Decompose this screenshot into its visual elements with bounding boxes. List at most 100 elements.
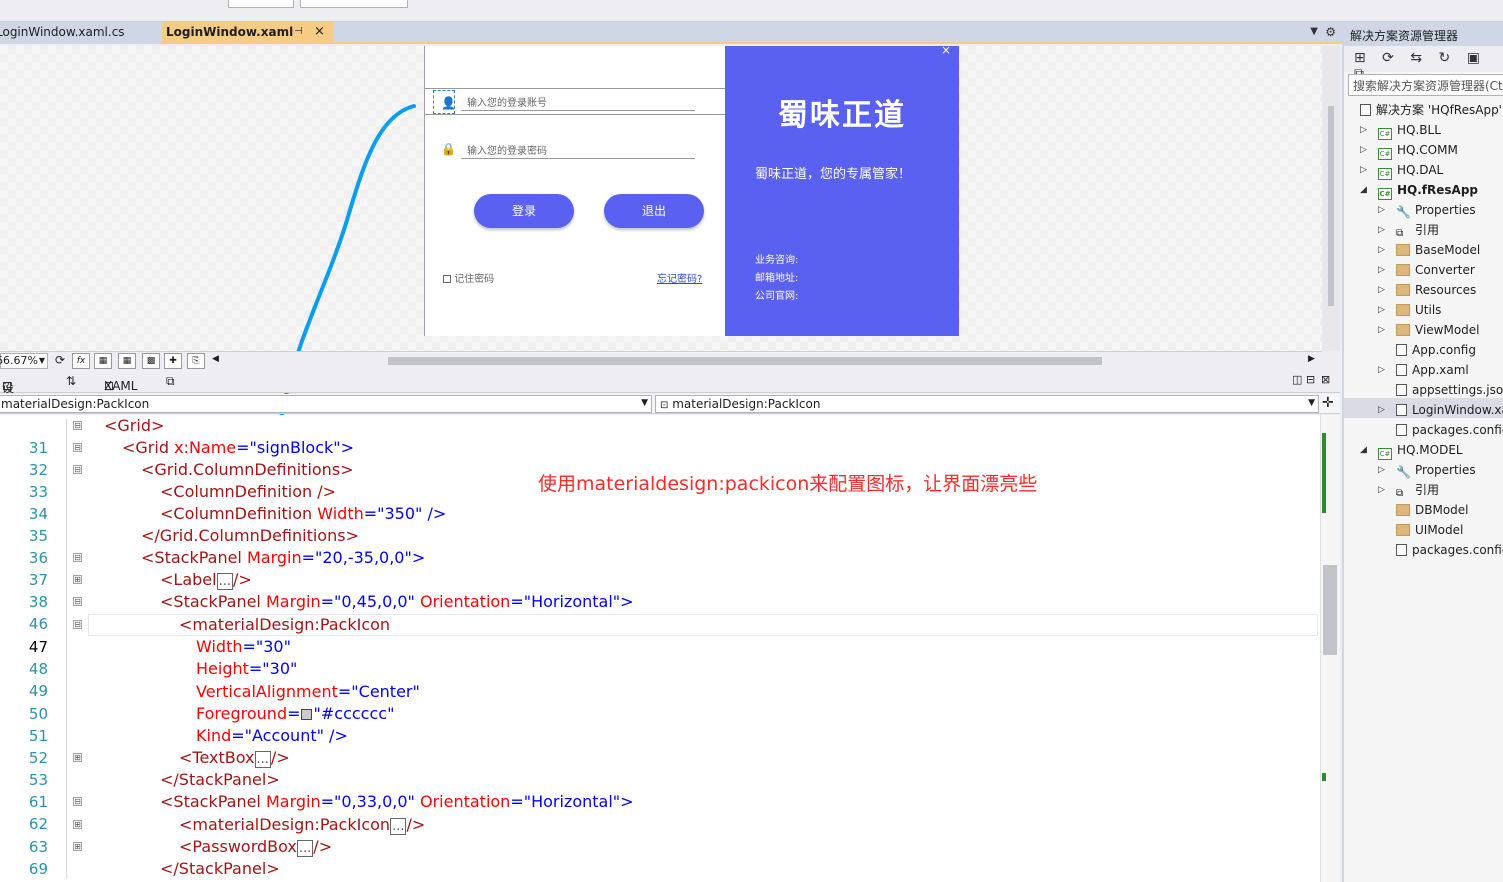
folder-icon bbox=[1396, 324, 1410, 336]
snap-grid-icon[interactable]: ▦ bbox=[118, 353, 136, 369]
split-vertical-icon[interactable]: ◫ bbox=[1292, 373, 1302, 386]
tree-item-file[interactable]: packages.config bbox=[1396, 420, 1503, 440]
code-line: 63 ⊞ <materialDesign:PackIcon.../> bbox=[28, 815, 426, 856]
design-xaml-view-tabs: ⊡ 设计 ⇅ ⊡ XAML ⧉ ◫ ⊟ ⊠ bbox=[0, 369, 1340, 412]
project-icon: C# bbox=[1378, 148, 1392, 160]
code-line: 50 VerticalAlignment="Center" bbox=[28, 682, 420, 723]
code-line: 31 ⊟ <Grid> bbox=[28, 416, 165, 457]
fold-icon[interactable]: ⊞ bbox=[73, 842, 82, 851]
tree-item-file[interactable]: packages.config bbox=[1396, 540, 1503, 560]
folder-icon bbox=[1396, 244, 1410, 256]
references-icon: ⧉ bbox=[1396, 228, 1404, 239]
xaml-file-icon bbox=[1396, 404, 1407, 416]
solution-explorer-toolbar[interactable]: ⊞ ⟳ ⇆ ↻ ▣ ⧉ bbox=[1344, 46, 1503, 82]
fold-icon[interactable]: ⊟ bbox=[73, 465, 82, 474]
split-horizontal-icon[interactable]: ⊟ bbox=[1306, 373, 1315, 386]
chevron-right-icon: ▷ bbox=[1378, 305, 1385, 315]
fold-icon[interactable]: ⊞ bbox=[73, 820, 82, 829]
project-icon: C# bbox=[1378, 188, 1392, 200]
editor-scroll-thumb[interactable] bbox=[1323, 565, 1337, 655]
tree-item-folder[interactable]: DBModel bbox=[1396, 500, 1469, 520]
swap-panes-icon[interactable]: ⇅ bbox=[66, 374, 76, 388]
fold-icon[interactable]: ⊞ bbox=[73, 575, 82, 584]
chevron-right-icon: ▷ bbox=[1378, 365, 1385, 375]
chevron-down-icon: ◢ bbox=[1360, 445, 1367, 455]
tree-item-folder[interactable]: UIModel bbox=[1396, 520, 1463, 540]
chevron-right-icon: ▷ bbox=[1378, 465, 1385, 475]
folder-icon bbox=[1396, 504, 1410, 516]
folder-icon bbox=[1396, 304, 1410, 316]
chevron-right-icon: ▷ bbox=[1378, 245, 1385, 255]
config-file-icon bbox=[1396, 344, 1407, 356]
collapsed-block[interactable]: ... bbox=[216, 573, 233, 590]
chevron-right-icon: ▷ bbox=[1378, 485, 1385, 495]
fold-icon[interactable]: ⊟ bbox=[73, 620, 82, 629]
collapsed-block[interactable]: ... bbox=[296, 840, 314, 857]
tree-item-properties[interactable]: ▷ 🔧 Properties bbox=[1378, 460, 1476, 480]
element-scope-dropdown[interactable]: materialDesign:PackIcon ▼ bbox=[0, 395, 652, 413]
tree-item-folder[interactable]: ▷ ViewModel bbox=[1378, 320, 1480, 340]
chevron-down-icon: ▼ bbox=[38, 356, 45, 365]
references-icon: ⧉ bbox=[1396, 488, 1404, 499]
fold-icon[interactable]: ⊟ bbox=[73, 797, 82, 806]
tree-item-folder[interactable]: ▷ Utils bbox=[1378, 300, 1441, 320]
project-icon: C# bbox=[1378, 128, 1392, 140]
popout-icon[interactable]: ⧉ bbox=[166, 374, 175, 389]
scroll-right-icon[interactable]: ▶ bbox=[1308, 354, 1315, 364]
code-line: 36 </Grid.ColumnDefinitions> bbox=[28, 526, 359, 567]
json-file-icon bbox=[1396, 384, 1407, 396]
fold-icon[interactable]: ⊟ bbox=[73, 443, 82, 452]
tree-item-references[interactable]: ▷ ⧉ 引用 bbox=[1378, 480, 1439, 500]
code-line: 49 Height="30" bbox=[28, 659, 298, 700]
tree-item-file-selected[interactable]: ▷LoginWindow.xaml bbox=[1378, 400, 1503, 420]
tree-item-project[interactable]: ▷ C# HQ.BLL bbox=[1360, 120, 1441, 140]
collapsed-block[interactable]: ... bbox=[254, 751, 271, 768]
collapsed-block[interactable]: ... bbox=[390, 818, 407, 835]
tree-item-references[interactable]: ▷ ⧉ 引用 bbox=[1378, 220, 1439, 240]
code-line-current: 47 ⊟ <materialDesign:PackIcon bbox=[28, 615, 391, 656]
project-code-icon[interactable]: ⎘ bbox=[187, 353, 205, 369]
xaml-code-editor[interactable]: 31 ⊟ <Grid> 32 ⊟ <Grid x:Name="signBlock">… bbox=[0, 415, 1320, 882]
tree-item-solution[interactable]: 解决方案 'HQfResApp' bbox=[1360, 100, 1502, 120]
refresh-icon[interactable]: ⟳ bbox=[55, 353, 65, 367]
tree-item-file[interactable]: App.config bbox=[1396, 340, 1476, 360]
scroll-left-icon[interactable]: ◀ bbox=[212, 354, 219, 364]
code-line: 61 </StackPanel> bbox=[28, 770, 280, 811]
color-swatch-icon[interactable] bbox=[300, 709, 312, 720]
element-member-dropdown[interactable]: ⊡ materialDesign:PackIcon ▼ bbox=[655, 395, 1319, 413]
folder-icon bbox=[1396, 264, 1410, 276]
effects-toggle-icon[interactable]: fx bbox=[72, 353, 90, 369]
artboard-icon[interactable]: ▩ bbox=[142, 353, 160, 369]
wrench-icon: 🔧 bbox=[1396, 465, 1411, 479]
fold-icon[interactable]: ⊟ bbox=[73, 597, 82, 606]
change-marker bbox=[1322, 433, 1326, 513]
tree-item-properties[interactable]: ▷ 🔧 Properties bbox=[1378, 200, 1476, 220]
code-line: 32 ⊟ <Grid x:Name="signBlock"> bbox=[28, 438, 355, 479]
code-navigation-bar: materialDesign:PackIcon ▼ ⊡ materialDesig… bbox=[0, 394, 1340, 414]
fold-icon[interactable]: ⊟ bbox=[73, 553, 82, 562]
chevron-right-icon: ▷ bbox=[1378, 205, 1385, 215]
editor-vertical-scrollbar[interactable] bbox=[1320, 415, 1340, 882]
tree-item-folder[interactable]: ▷ Resources bbox=[1378, 280, 1476, 300]
tree-item-startup-project[interactable]: ◢ C# HQ.fResApp bbox=[1360, 180, 1478, 200]
tree-item-file[interactable]: appsettings.json bbox=[1396, 380, 1503, 400]
split-editor-icon[interactable]: ✛ bbox=[1322, 395, 1334, 411]
snap-lines-icon[interactable]: ✚ bbox=[164, 353, 182, 369]
zoom-dropdown[interactable]: 66.67% ▼ bbox=[0, 353, 48, 369]
tree-item-file[interactable]: ▷ App.xaml bbox=[1378, 360, 1469, 380]
grid-icon[interactable]: ▦ bbox=[94, 353, 112, 369]
tree-item-project[interactable]: ▷ C# HQ.COMM bbox=[1360, 140, 1458, 160]
tree-item-folder[interactable]: ▷ BaseModel bbox=[1378, 240, 1480, 260]
tree-item-folder[interactable]: ▷ Converter bbox=[1378, 260, 1475, 280]
fold-icon[interactable]: ⊞ bbox=[73, 753, 82, 762]
code-line: 35 <ColumnDefinition Width="350" /> bbox=[28, 504, 447, 545]
wrench-icon: 🔧 bbox=[1396, 205, 1411, 219]
designer-horizontal-scrollbar-thumb[interactable] bbox=[388, 357, 1102, 365]
solution-explorer-panel: 解决方案资源管理器 ⊞ ⟳ ⇆ ↻ ▣ ⧉ 搜索解决方案资源管理器(Ctrl+;… bbox=[1342, 22, 1503, 882]
tree-item-project[interactable]: ◢ C# HQ.MODEL bbox=[1360, 440, 1463, 460]
collapse-pane-icon[interactable]: ⊠ bbox=[1321, 373, 1330, 386]
config-file-icon bbox=[1396, 424, 1407, 436]
solution-search-input[interactable]: 搜索解决方案资源管理器(Ctrl+;) bbox=[1348, 74, 1503, 96]
tree-item-project[interactable]: ▷ C# HQ.DAL bbox=[1360, 160, 1443, 180]
fold-icon[interactable]: ⊟ bbox=[73, 421, 82, 430]
